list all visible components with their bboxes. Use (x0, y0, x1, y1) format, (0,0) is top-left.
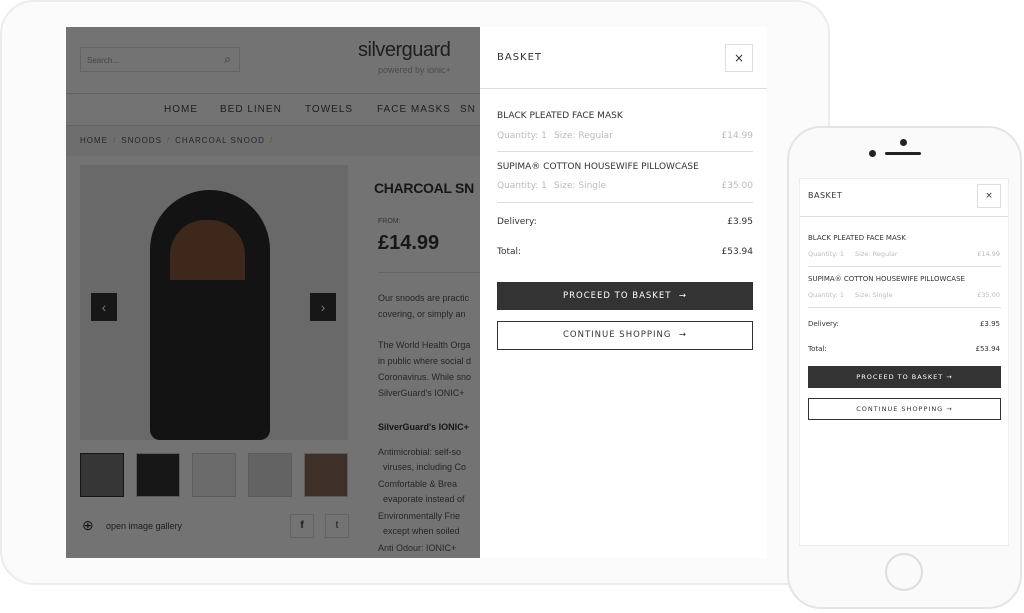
delivery-label: Delivery: (808, 320, 839, 328)
delivery-value: £3.95 (727, 217, 753, 227)
search-icon[interactable]: ⌕ (224, 52, 231, 67)
thumbnail[interactable] (136, 453, 180, 497)
proceed-to-basket-button[interactable]: PROCEED TO BASKET → (808, 366, 1001, 388)
description: The World Health Orga in public where soc… (378, 340, 472, 398)
basket-panel: BASKET × BLACK PLEATED FACE MASK Quantit… (480, 27, 767, 558)
item-price: £35.00 (977, 291, 1000, 299)
crumb-snoods[interactable]: SNOODS (121, 136, 162, 145)
continue-shopping-button[interactable]: CONTINUE SHOPPING → (808, 398, 1001, 420)
nav-bed-linen[interactable]: BED LINEN (220, 104, 282, 115)
item-size: Size: Single (855, 291, 893, 299)
nav-home[interactable]: HOME (164, 104, 198, 115)
logo[interactable]: silverguard (358, 39, 451, 62)
item-name[interactable]: SUPIMA® COTTON HOUSEWIFE PILLOWCASE (497, 162, 699, 172)
search-placeholder: Search... (87, 56, 120, 65)
arrow-right-icon: → (678, 291, 687, 301)
item-size: Size: Regular (554, 131, 613, 141)
total-value: £53.94 (975, 345, 1001, 353)
arrow-right-icon: → (678, 330, 688, 340)
feature-list: Antimicrobial: self-so viruses, including… (378, 447, 467, 553)
model-face (170, 220, 245, 280)
basket-title: BASKET (808, 191, 843, 200)
nav-snoods[interactable]: SN (460, 104, 476, 115)
product-image[interactable]: ‹ › (80, 165, 348, 440)
thumbnail[interactable] (192, 453, 236, 497)
next-image-button[interactable]: › (310, 293, 336, 321)
tablet-screen: Search... ⌕ silverguard powered by ionic+… (66, 27, 767, 558)
from-label: FROM: (378, 218, 401, 225)
zoom-icon[interactable]: ⊕ (82, 517, 94, 534)
product-page-dimmed[interactable]: Search... ⌕ silverguard powered by ionic+… (66, 27, 480, 558)
nav-towels[interactable]: TOWELS (305, 104, 353, 115)
item-quantity: Quantity: 1 (497, 181, 547, 191)
product-price: £14.99 (378, 232, 440, 254)
close-button[interactable]: × (977, 184, 1001, 208)
item-size: Size: Single (554, 181, 607, 191)
thumbnail[interactable] (248, 453, 292, 497)
nav-face-masks[interactable]: FACE MASKS (377, 104, 451, 115)
thumbnail[interactable] (80, 453, 124, 497)
search-input[interactable]: Search... ⌕ (80, 47, 240, 72)
delivery-value: £3.95 (979, 320, 1000, 328)
speaker-icon (885, 152, 921, 155)
divider (808, 266, 1001, 267)
features-heading: SilverGuard's IONIC+ (378, 422, 469, 432)
delivery-label: Delivery: (497, 217, 537, 227)
divider (800, 216, 1008, 217)
item-name[interactable]: BLACK PLEATED FACE MASK (808, 234, 906, 242)
open-gallery-link[interactable]: open image gallery (106, 521, 182, 531)
description: Our snoods are practic covering, or simpl… (378, 293, 470, 319)
facebook-icon[interactable]: f (290, 514, 314, 538)
total-label: Total: (497, 247, 522, 257)
product-title: CHARCOAL SN (374, 180, 474, 196)
proceed-to-basket-button[interactable]: PROCEED TO BASKET → (497, 282, 753, 310)
total-label: Total: (808, 345, 827, 353)
item-price: £35.00 (721, 181, 754, 191)
twitter-icon[interactable]: t (325, 514, 349, 538)
divider (497, 151, 753, 152)
item-quantity: Quantity: 1 (808, 291, 845, 299)
item-price: £14.99 (977, 250, 1000, 258)
prev-image-button[interactable]: ‹ (91, 293, 117, 321)
crumb-current[interactable]: CHARCOAL SNOOD (175, 136, 265, 145)
thumbnail[interactable] (304, 453, 348, 497)
phone-screen: BASKET × BLACK PLEATED FACE MASK Quantit… (799, 178, 1009, 546)
item-price: £14.99 (721, 131, 754, 141)
divider (497, 202, 753, 203)
divider (378, 272, 480, 273)
home-button[interactable] (885, 553, 923, 591)
total-value: £53.94 (721, 247, 754, 257)
item-name[interactable]: BLACK PLEATED FACE MASK (497, 111, 623, 121)
logo-subtitle: powered by ionic+ (378, 65, 451, 75)
item-size: Size: Regular (855, 250, 898, 258)
divider (480, 88, 767, 89)
sensor-icon (900, 139, 907, 146)
item-quantity: Quantity: 1 (808, 250, 845, 258)
arrow-right-icon: → (946, 405, 953, 413)
continue-shopping-button[interactable]: CONTINUE SHOPPING → (497, 321, 753, 350)
item-quantity: Quantity: 1 (497, 131, 547, 141)
camera-icon (869, 150, 876, 157)
arrow-right-icon: → (946, 373, 953, 381)
breadcrumb: HOME / SNOODS / CHARCOAL SNOOD / (66, 126, 480, 156)
item-name[interactable]: SUPIMA® COTTON HOUSEWIFE PILLOWCASE (808, 275, 965, 283)
basket-title: BASKET (497, 52, 543, 63)
crumb-home[interactable]: HOME (80, 136, 108, 145)
divider (808, 307, 1001, 308)
close-button[interactable]: × (725, 44, 753, 72)
main-nav: HOME BED LINEN TOWELS FACE MASKS SN (66, 93, 480, 126)
